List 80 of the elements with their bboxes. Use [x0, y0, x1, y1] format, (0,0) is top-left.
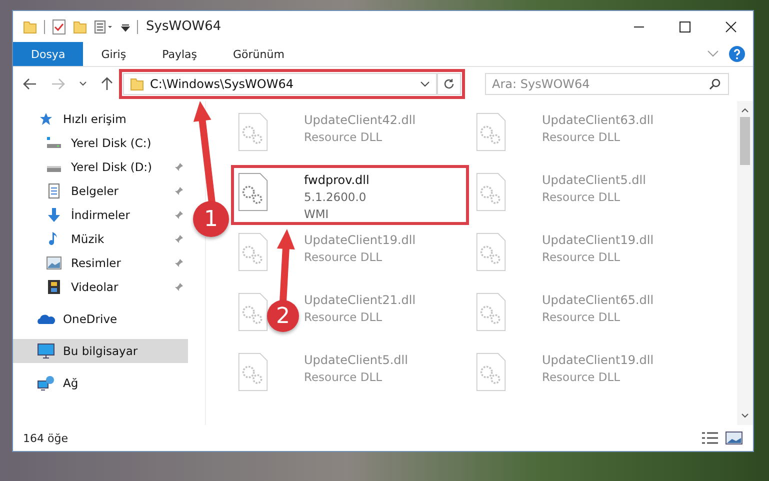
refresh-button[interactable] [437, 73, 461, 95]
star-icon [39, 112, 53, 126]
film-icon [47, 279, 61, 295]
sidebar-item[interactable]: Hızlı erişim [13, 107, 188, 131]
pin-icon[interactable] [174, 282, 184, 292]
pin-icon[interactable] [174, 210, 184, 220]
sidebar-item[interactable]: Müzik [13, 227, 188, 251]
file-detail: WMI [304, 206, 330, 223]
ribbon-tab[interactable]: Dosya [13, 42, 84, 66]
gear-file-icon[interactable] [238, 172, 268, 212]
view-icon[interactable] [94, 20, 114, 34]
folder-icon [130, 77, 144, 91]
ribbon-tab[interactable]: Paylaş [144, 42, 215, 66]
gear-file-icon[interactable] [476, 352, 506, 392]
close-icon[interactable] [725, 20, 737, 32]
file-name[interactable]: fwdprov.dll [304, 172, 370, 189]
help-icon[interactable] [729, 46, 745, 62]
search-icon[interactable] [709, 78, 721, 90]
file-detail: Resource DLL [542, 249, 622, 266]
sidebar-item[interactable]: Yerel Disk (C:) [13, 131, 188, 155]
sidebar-item[interactable]: OneDrive [13, 307, 188, 331]
sidebar-item[interactable]: Bu bilgisayar [13, 339, 188, 363]
gear-file-icon[interactable] [476, 172, 506, 212]
file-detail: Resource DLL [304, 369, 384, 386]
pin-icon[interactable] [174, 162, 184, 172]
monitor-icon [37, 343, 55, 359]
network-icon [37, 375, 55, 391]
down-arrow-icon [47, 207, 61, 223]
pin-icon[interactable] [174, 186, 184, 196]
ribbon-tab[interactable]: Giriş [83, 42, 144, 66]
gear-file-icon[interactable] [476, 292, 506, 332]
refresh-icon [443, 78, 455, 90]
file-detail: Resource DLL [542, 309, 622, 326]
item-count: 164 öğe [23, 432, 68, 444]
maximize-icon[interactable] [679, 20, 691, 32]
gear-file-icon[interactable] [238, 292, 268, 332]
gear-file-icon[interactable] [476, 112, 506, 152]
drive-icon [46, 136, 62, 150]
sidebar-item[interactable]: Yerel Disk (D:) [13, 155, 188, 179]
sidebar-item[interactable]: Resimler [13, 251, 188, 275]
sidebar-item[interactable]: Videolar [13, 275, 188, 299]
file-detail: Resource DLL [542, 129, 622, 146]
pin-icon[interactable] [174, 234, 184, 244]
details-view-icon[interactable] [701, 431, 719, 445]
sidebar-item[interactable]: Belgeler [13, 179, 188, 203]
file-detail: Resource DLL [304, 249, 384, 266]
file-detail: 5.1.2600.0 [304, 189, 368, 206]
ribbon-tab[interactable]: Görünüm [215, 42, 302, 66]
cloud-icon [37, 313, 55, 325]
dropdown-icon[interactable] [121, 22, 130, 32]
large-icons-view-icon[interactable] [725, 431, 743, 445]
forward-arrow-icon[interactable] [51, 78, 65, 90]
properties-icon[interactable] [52, 18, 66, 34]
scrollbar-thumb[interactable] [740, 117, 750, 165]
address-path: C:\Windows\SysWOW64 [150, 77, 294, 91]
file-detail: Resource DLL [304, 129, 384, 146]
scrollbar[interactable] [737, 101, 753, 425]
gear-file-icon[interactable] [238, 352, 268, 392]
file-detail: Resource DLL [542, 369, 622, 386]
gear-file-icon[interactable] [238, 232, 268, 272]
sidebar-item[interactable]: Ağ [13, 371, 188, 395]
sidebar-item[interactable]: İndirmeler [13, 203, 188, 227]
file-detail: Resource DLL [304, 309, 384, 326]
back-arrow-icon[interactable] [23, 78, 37, 90]
folder-icon[interactable] [23, 20, 37, 34]
gear-file-icon[interactable] [238, 112, 268, 152]
new-folder-icon[interactable] [73, 20, 87, 34]
up-arrow-icon[interactable] [101, 77, 113, 91]
scroll-up-icon[interactable] [741, 107, 749, 113]
search-field[interactable]: Ara: SysWOW64 [485, 73, 729, 95]
file-detail: Resource DLL [542, 189, 622, 206]
chevron-down-icon[interactable] [420, 80, 430, 88]
chevron-down-icon[interactable] [79, 81, 87, 87]
document-icon [48, 183, 60, 199]
pin-icon[interactable] [174, 258, 184, 268]
scroll-down-icon[interactable] [741, 413, 749, 419]
picture-icon [46, 256, 62, 270]
address-bar[interactable]: C:\Windows\SysWOW64 [123, 73, 437, 95]
window-title: SysWOW64 [146, 19, 222, 34]
gear-file-icon[interactable] [476, 232, 506, 272]
